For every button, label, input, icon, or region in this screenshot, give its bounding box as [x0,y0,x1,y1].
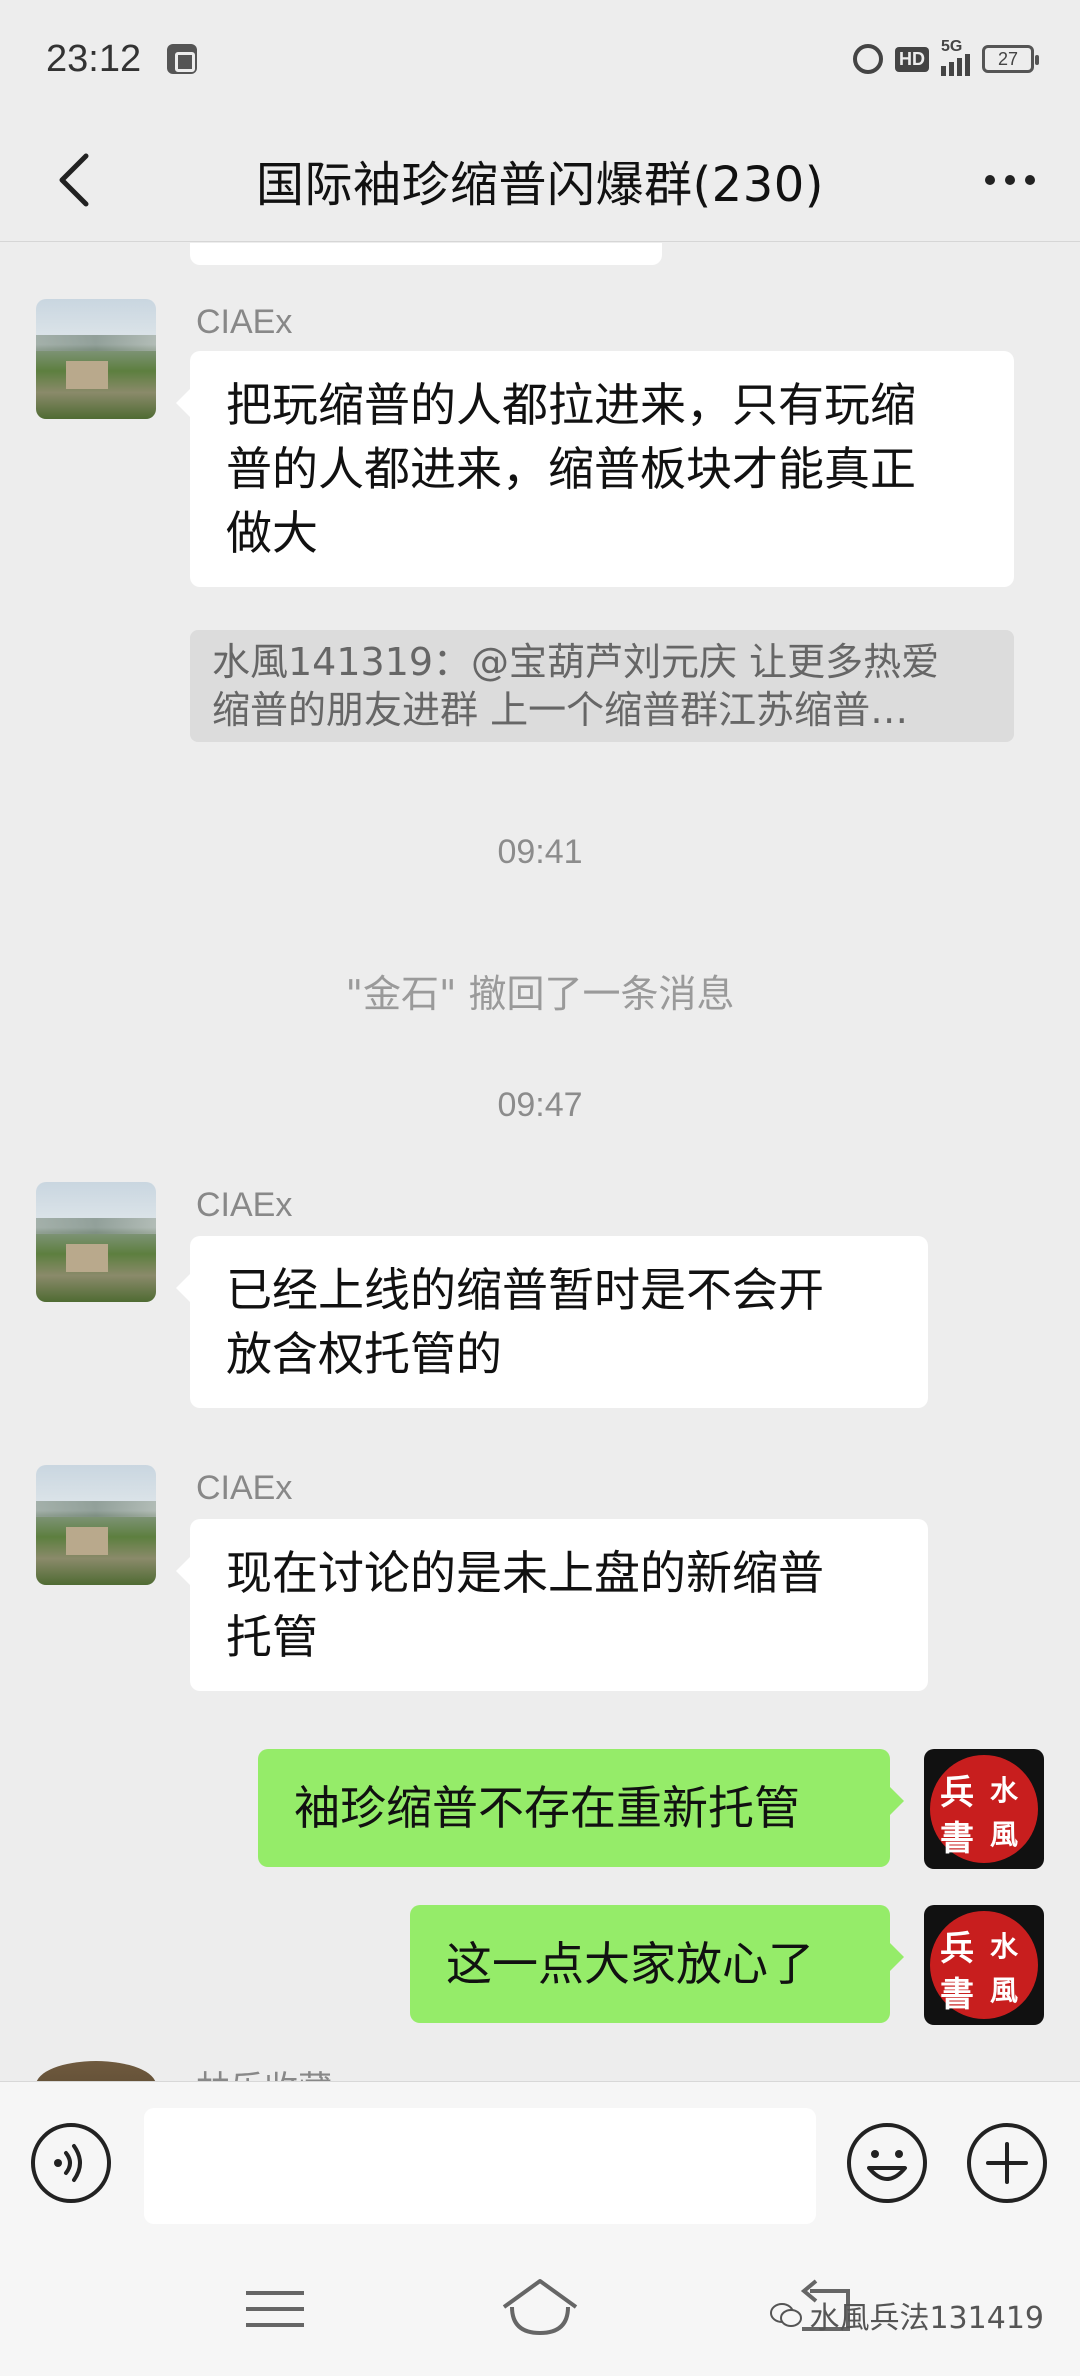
avatar[interactable] [36,2061,156,2081]
message-line: 做大 [226,506,318,560]
emoji-icon[interactable] [844,2120,930,2206]
seal-logo: 兵 書 水 風 [930,1911,1038,2019]
back-icon[interactable] [40,142,116,218]
home-icon[interactable] [498,2273,582,2343]
chat-header: 国际袖珍缩普闪爆群(230) [0,118,1080,242]
own-avatar[interactable]: 兵 書 水 風 [924,1749,1044,1869]
watermark-text: 水風兵法131419 [809,2301,1044,2336]
message-bubble[interactable]: 把玩缩普的人都拉进来，只有玩缩 普的人都进来，缩普板块才能真正 做大 [176,351,1014,587]
status-icons: HD 5G 27 [853,38,1039,76]
watermark: 水風兵法131419 [769,2293,1044,2337]
quote-line: 水風141319：@宝葫芦刘元庆 让更多热爱 [212,640,940,684]
message-input[interactable] [144,2108,816,2224]
message-line: 现在讨论的是未上盘的新缩普 [226,1546,824,1600]
input-bar [0,2081,1080,2249]
status-bar: 23:12 HD 5G 27 [0,0,1080,118]
more-options-icon[interactable] [970,142,1050,218]
seal-logo: 兵 書 水 風 [930,1755,1038,1863]
add-icon[interactable] [964,2120,1050,2206]
message-bubble[interactable]: 现在讨论的是未上盘的新缩普 托管 [176,1519,928,1691]
quoted-message[interactable]: 水風141319：@宝葫芦刘元庆 让更多热爱 缩普的朋友进群 上一个缩普群江苏缩… [190,630,1014,742]
menu-icon[interactable] [240,2279,310,2339]
message-bubble-partial [190,243,662,265]
timestamp: 09:41 [497,833,583,871]
hd-badge: HD [895,46,929,72]
message-line: 这一点大家放心了 [446,1937,814,1991]
battery-icon: 27 [982,45,1039,73]
message-line: 放含权托管的 [226,1327,502,1381]
alarm-icon [853,44,883,74]
system-navigation: 水風兵法131419 [0,2249,1080,2376]
sender-name: CIAEx [196,1186,293,1224]
status-time: 23:12 [46,37,142,80]
recall-notice: "金石" 撤回了一条消息 [345,972,735,1016]
message-line: 托管 [226,1610,318,1664]
message-bubble[interactable]: 已经上线的缩普暂时是不会开 放含权托管的 [176,1236,928,1408]
notification-icon [167,44,198,74]
avatar[interactable] [36,1465,156,1585]
sender-name: CIAEx [196,1469,293,1507]
avatar[interactable] [36,1182,156,1302]
network-label: 5G [941,38,963,55]
timestamp: 09:47 [497,1086,583,1124]
avatar[interactable] [36,299,156,419]
voice-input-icon[interactable] [28,2120,114,2206]
message-list[interactable]: CIAEx 把玩缩普的人都拉进来，只有玩缩 普的人都进来，缩普板块才能真正 做大… [0,243,1080,2081]
wechat-icon [770,2303,803,2327]
message-line: 袖珍缩普不存在重新托管 [294,1781,800,1835]
sender-name: 林乐收藏 [196,2061,332,2081]
own-message-bubble[interactable]: 这一点大家放心了 [410,1905,904,2023]
quote-line: 缩普的朋友进群 上一个缩普群江苏缩普… [212,688,909,732]
signal-icon: 5G [941,38,970,76]
message-line: 已经上线的缩普暂时是不会开 [226,1263,824,1317]
message-line: 普的人都进来，缩普板块才能真正 [226,442,916,496]
own-avatar[interactable]: 兵 書 水 風 [924,1905,1044,2025]
chat-title: 国际袖珍缩普闪爆群(230) [255,156,825,213]
own-message-bubble[interactable]: 袖珍缩普不存在重新托管 [258,1749,904,1867]
message-line: 把玩缩普的人都拉进来，只有玩缩 [226,378,916,432]
sender-name: CIAEx [196,303,293,341]
